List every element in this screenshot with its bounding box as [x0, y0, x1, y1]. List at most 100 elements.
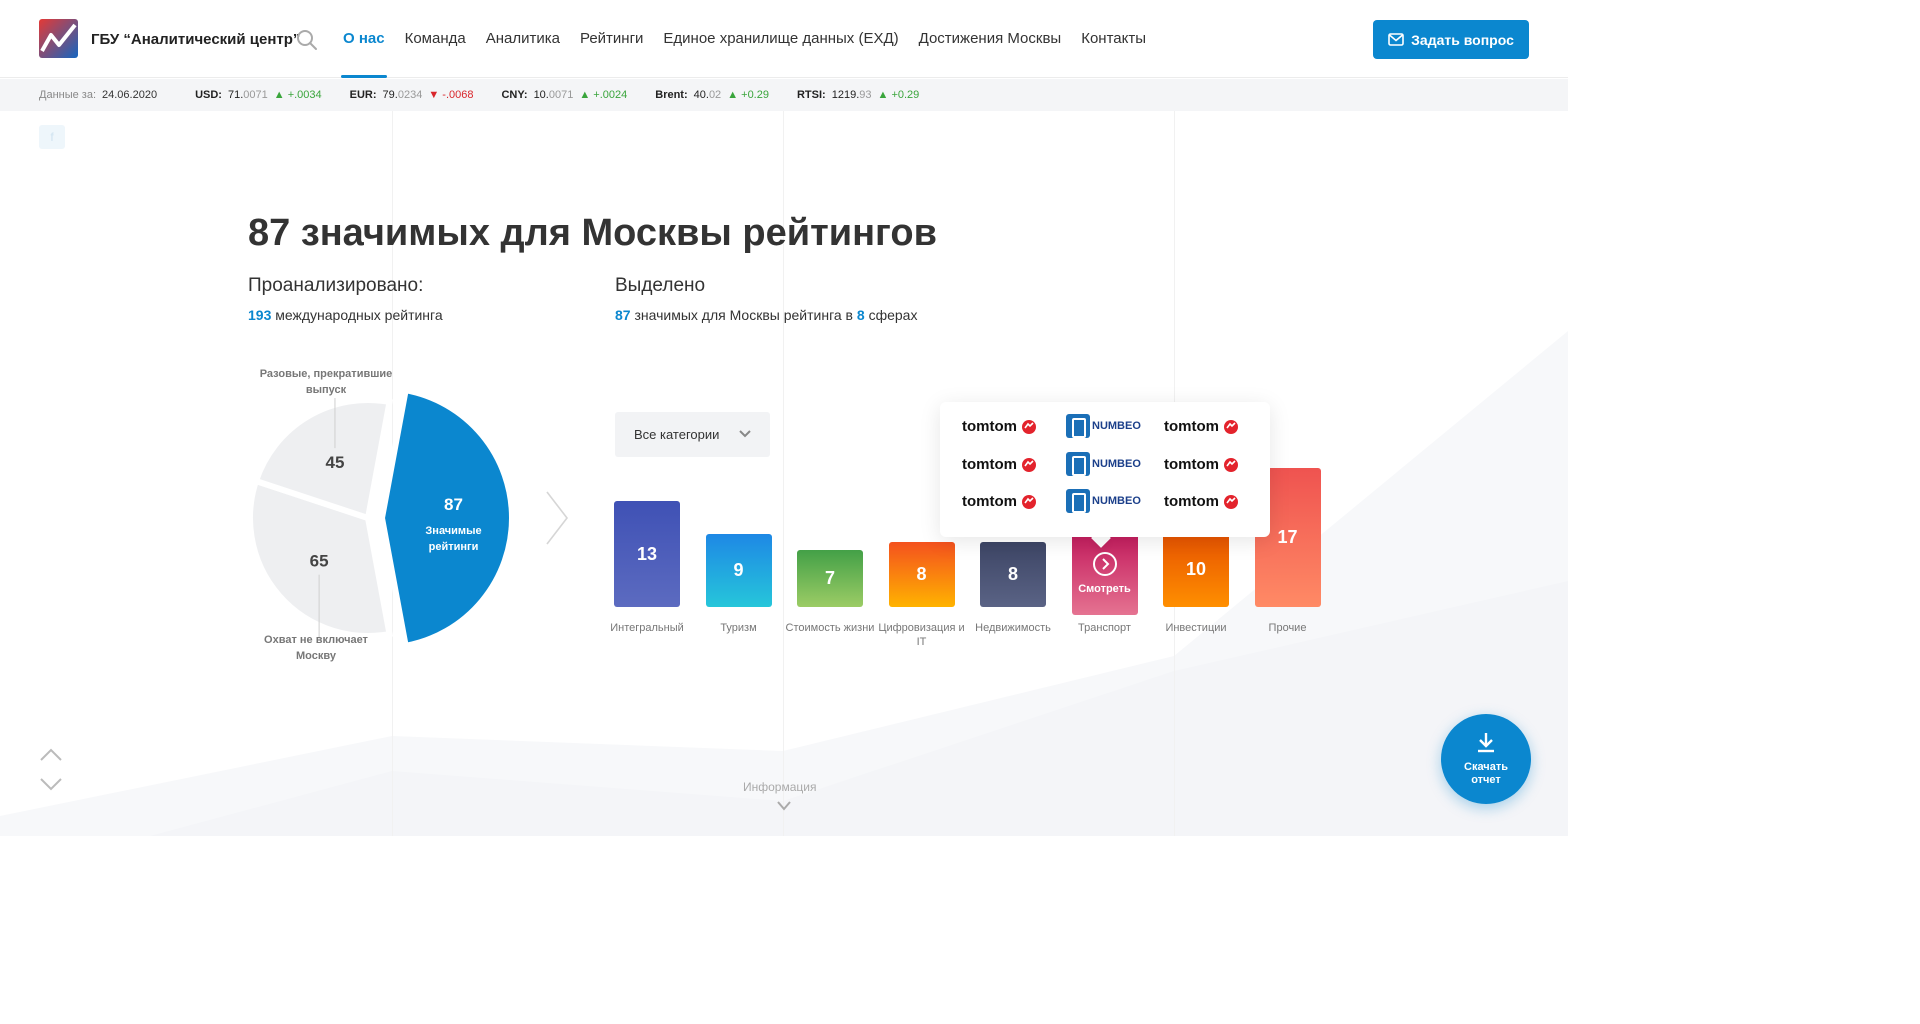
ticker-name: EUR: [349, 89, 377, 101]
nav-item-analytics[interactable]: Аналитика [486, 0, 560, 78]
tomtom-hand-icon [1224, 457, 1238, 472]
pie-value-label: 65 [310, 552, 329, 571]
nav-item-about[interactable]: О нас [341, 0, 387, 78]
analyzed-heading: Проанализировано: [248, 275, 424, 296]
info-link[interactable]: Информация [743, 780, 816, 794]
ticker-change-up: ▲ +0.29 [877, 89, 920, 101]
nav-item-contacts[interactable]: Контакты [1081, 0, 1146, 78]
facebook-icon[interactable]: f [39, 125, 65, 149]
numbeo-logo[interactable]: NUMBEO [1066, 489, 1141, 513]
ticker-value: 79. [382, 89, 398, 101]
ticker-brent: Brent: 40.02 ▲ +0.29 [655, 89, 769, 101]
ticker-date-label: Данные за: [39, 89, 97, 101]
ticker-decimals: 0071 [243, 89, 268, 101]
category-dropdown[interactable]: Все категории [615, 412, 770, 457]
download-report-button[interactable]: Скачать отчет [1441, 714, 1531, 804]
tomtom-logo[interactable]: tomtom [962, 456, 1039, 473]
analyzed-count: 193 [248, 307, 272, 323]
selected-description-end: сферах [868, 307, 918, 323]
tomtom-logo-text: tomtom [962, 418, 1017, 435]
tomtom-logo-text: tomtom [962, 456, 1017, 473]
page-title: 87 значимых для Москвы рейтингов [248, 212, 937, 254]
category-bar[interactable]: 8 [980, 542, 1046, 607]
ticker-change-down: ▼ -.0068 [428, 89, 474, 101]
ticker-value: 71. [227, 89, 244, 101]
main-nav: О нас Команда Аналитика Рейтинги Единое … [341, 0, 1146, 78]
site-header: ГБУ “Аналитический центр” О нас Команда … [0, 0, 1568, 78]
chevron-down-icon [739, 430, 751, 438]
ticker-change-up: ▲ +.0024 [579, 89, 628, 101]
pie-slice-significant[interactable] [378, 386, 515, 650]
selected-count: 87 [615, 307, 631, 323]
category-bar[interactable]: 8 [888, 542, 955, 607]
chevron-right-icon[interactable] [545, 490, 569, 546]
download-report-label: Скачать отчет [1464, 761, 1508, 786]
chevron-down-icon[interactable] [776, 800, 792, 812]
ticker-change-up: ▲ +.0034 [273, 89, 322, 101]
nav-item-team[interactable]: Команда [405, 0, 466, 78]
tomtom-logo[interactable]: tomtom [962, 418, 1039, 435]
bar-category-label: Прочие [1268, 622, 1307, 634]
chevron-down-icon[interactable] [39, 777, 63, 791]
ticker-usd: USD: 71.0071 ▲ +.0034 [195, 89, 322, 101]
numbeo-logo-text: NUMBEO [1092, 420, 1141, 432]
pie-value-label: 87 [444, 495, 463, 514]
ask-question-button[interactable]: Задать вопрос [1373, 20, 1529, 59]
tomtom-logo-text: tomtom [1164, 493, 1219, 510]
ticker-decimals: 0071 [548, 89, 574, 101]
pie-value-label: 45 [325, 453, 344, 472]
category-bar[interactable]: 10 [1163, 532, 1229, 607]
ticker-value: 10. [533, 89, 549, 101]
ticker-name: USD: [195, 89, 222, 101]
ticker-decimals: 0234 [397, 89, 423, 101]
download-icon [1478, 733, 1494, 753]
nav-item-data-storage[interactable]: Единое хранилище данных (ЕХД) [663, 0, 898, 78]
selected-description: значимых для Москвы рейтинга в [634, 307, 853, 323]
search-icon[interactable] [296, 29, 318, 51]
tomtom-logo[interactable]: tomtom [1164, 456, 1241, 473]
numbeo-logo[interactable]: NUMBEO [1066, 414, 1141, 438]
category-bar[interactable]: 9 [705, 534, 772, 607]
bar-category-label: Транспорт [1078, 622, 1131, 634]
tomtom-logo-text: tomtom [962, 493, 1017, 510]
ticker-change: +.0034 [287, 89, 322, 101]
currency-ticker: Данные за: 24.06.2020 USD: 71.0071 ▲ +.0… [0, 79, 1568, 111]
numbeo-logo[interactable]: NUMBEO [1066, 452, 1141, 476]
ticker-decimals: 02 [708, 89, 722, 101]
logo-icon[interactable] [39, 19, 78, 58]
ratings-pie-chart: 87 Значимые рейтинги 65 45 [247, 386, 515, 650]
bar-value-label: 9 [733, 560, 744, 580]
selected-text: 87 значимых для Москвы рейтинга в 8 сфер… [615, 307, 917, 323]
bar-category-label: Стоимость жизни [785, 622, 875, 634]
nav-item-ratings[interactable]: Рейтинги [580, 0, 643, 78]
selected-heading: Выделено [615, 275, 706, 296]
tomtom-hand-icon [1224, 494, 1238, 509]
ticker-change: -.0068 [442, 89, 474, 101]
ask-question-label: Задать вопрос [1411, 31, 1514, 48]
nav-item-achievements[interactable]: Достижения Москвы [919, 0, 1062, 78]
ticker-value: 40. [693, 89, 709, 101]
pie-main-label: Значимые [425, 525, 481, 537]
chevron-up-icon[interactable] [39, 748, 63, 762]
ticker-change: +0.29 [741, 89, 769, 101]
category-bar[interactable]: 13 [614, 501, 680, 607]
ticker-date: 24.06.2020 [102, 89, 158, 101]
bar-category-label: Туризм [720, 622, 757, 634]
pie-label-bottom: Охват не включает Москву [264, 634, 368, 662]
numbeo-logo-text: NUMBEO [1092, 495, 1141, 507]
ticker-name: CNY: [501, 89, 528, 101]
tomtom-logo-text: tomtom [1164, 418, 1219, 435]
tomtom-logo[interactable]: tomtom [962, 493, 1039, 510]
tomtom-logo[interactable]: tomtom [1164, 418, 1241, 435]
numbeo-icon [1066, 414, 1090, 438]
category-bar[interactable]: 7 [797, 550, 863, 607]
analyzed-text: 193 международных рейтинга [248, 307, 443, 323]
ratings-logos-popup: tomtom NUMBEO tomtom tomtom NUMBEO tomtom tomt… [940, 402, 1270, 537]
ticker-decimals: 93 [859, 89, 872, 101]
org-name[interactable]: ГБУ “Аналитический центр” [91, 31, 300, 48]
bar-value-label: 13 [636, 543, 658, 564]
ticker-change: +.0024 [593, 89, 628, 101]
ticker-eur: EUR: 79.0234 ▼ -.0068 [350, 89, 474, 101]
tomtom-hand-icon [1022, 457, 1036, 472]
tomtom-logo[interactable]: tomtom [1164, 493, 1241, 510]
